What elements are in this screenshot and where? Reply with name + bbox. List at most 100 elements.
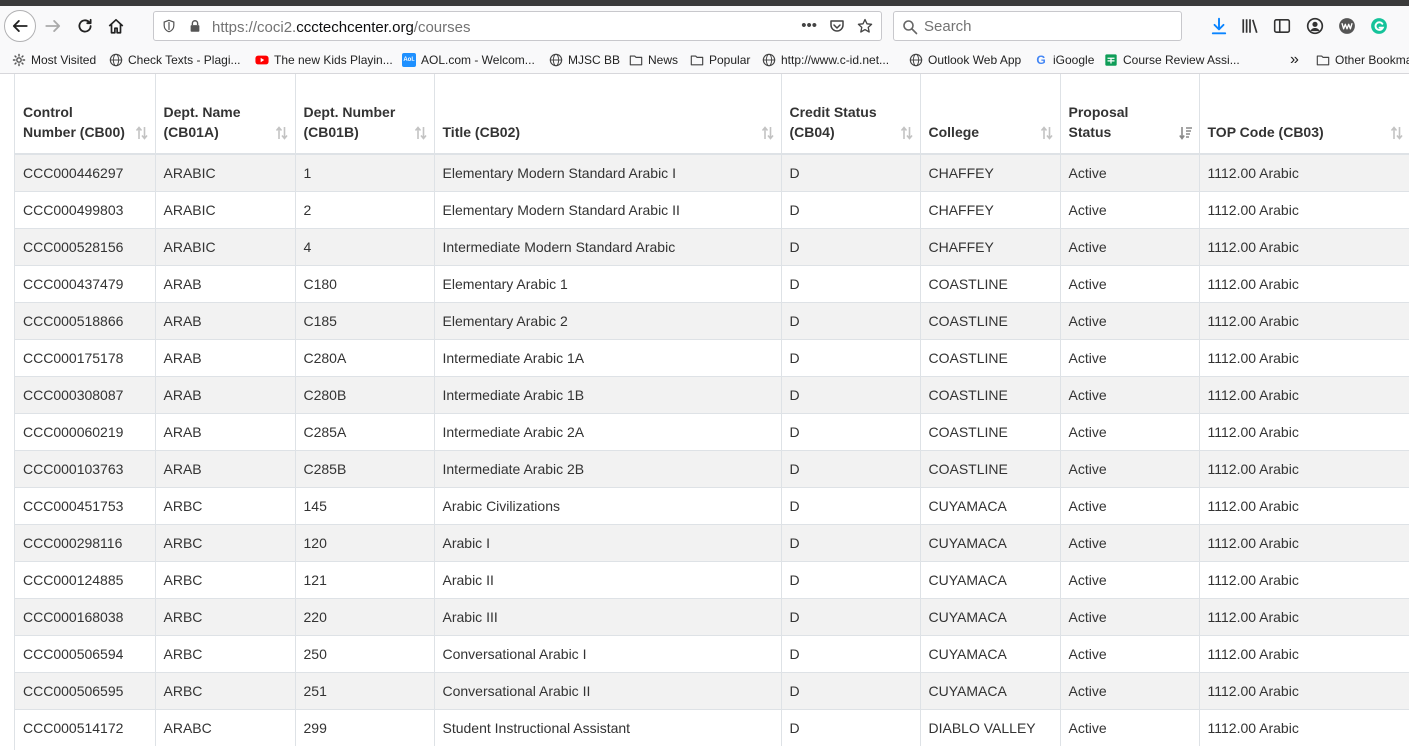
bookmark-news[interactable]: News (629, 51, 678, 69)
sort-icon[interactable] (135, 125, 148, 141)
bookmarks-overflow-button[interactable]: » (1290, 51, 1299, 69)
cell-top-code: 1112.00 Arabic (1199, 449, 1409, 487)
table-row[interactable]: CCC000175178 ARAB C280A Intermediate Arabic… (15, 338, 1409, 376)
youtube-icon (255, 55, 269, 65)
bookmark-aol[interactable]: Aol. AOL.com - Welcom... (402, 51, 535, 69)
pocket-icon[interactable] (829, 18, 845, 34)
cell-title: Intermediate Arabic 2A (434, 412, 782, 450)
cell-college: CHAFFEY (920, 227, 1061, 265)
search-bar[interactable] (893, 11, 1182, 41)
downloads-button[interactable] (1208, 15, 1230, 37)
table-row[interactable]: CCC000308087 ARAB C280B Intermediate Arabic… (15, 375, 1409, 413)
column-header-credit-status[interactable]: Credit Status (CB04) (781, 74, 921, 155)
page-actions-menu[interactable]: ••• (801, 18, 817, 34)
cell-proposal-status: Active (1060, 227, 1200, 265)
bookmark-outlook[interactable]: Outlook Web App (909, 51, 1021, 69)
sort-icon[interactable] (1040, 125, 1053, 141)
search-input[interactable] (924, 16, 1174, 36)
table-row[interactable]: CCC000451753 ARBC 145 Arabic Civilizations D… (15, 486, 1409, 524)
cell-dept-name: ARAB (155, 301, 296, 339)
url-text[interactable]: https://coci2.ccctechcenter.org/courses (212, 19, 470, 36)
table-row[interactable]: CCC000506594 ARBC 250 Conversational Arabic… (15, 634, 1409, 672)
column-header-college[interactable]: College (920, 74, 1061, 155)
cell-top-code: 1112.00 Arabic (1199, 708, 1409, 746)
cell-dept-name: ARABC (155, 708, 296, 746)
column-header-top-code[interactable]: TOP Code (CB03) (1199, 74, 1409, 155)
cell-dept-name: ARAB (155, 449, 296, 487)
cell-title: Arabic II (434, 560, 782, 598)
cell-control-number: CCC000175178 (15, 338, 156, 376)
extension-w-button[interactable] (1336, 15, 1358, 37)
table-row[interactable]: CCC000446297 ARABIC 1 Elementary Modern Sta… (15, 153, 1409, 191)
cell-college: DIABLO VALLEY (920, 708, 1061, 746)
account-button[interactable] (1304, 15, 1326, 37)
sort-icon[interactable] (275, 125, 288, 141)
table-row[interactable]: CCC000060219 ARAB C285A Intermediate Arabic… (15, 412, 1409, 450)
table-row[interactable]: CCC000528156 ARABIC 4 Intermediate Modern S… (15, 227, 1409, 265)
cell-credit-status: D (781, 449, 921, 487)
cell-credit-status: D (781, 375, 921, 413)
column-header-dept-name[interactable]: Dept. Name (CB01A) (155, 74, 296, 155)
home-button[interactable] (101, 11, 131, 41)
table-row[interactable]: CCC000499803 ARABIC 2 Elementary Modern Sta… (15, 190, 1409, 228)
sort-icon[interactable] (900, 125, 913, 141)
cell-credit-status: D (781, 597, 921, 635)
column-header-dept-number[interactable]: Dept. Number (CB01B) (295, 74, 435, 155)
cell-title: Intermediate Arabic 1A (434, 338, 782, 376)
url-bar[interactable]: https://coci2.ccctechcenter.org/courses … (153, 11, 882, 41)
bookmark-mjsc-bb[interactable]: MJSC BB (549, 51, 620, 69)
column-header-label: TOP Code (CB03) (1207, 124, 1324, 140)
courses-table-container: Control Number (CB00) Dept. Name (CB01A) D… (14, 74, 1409, 750)
table-row[interactable]: CCC000514172 ARABC 299 Student Instructiona… (15, 708, 1409, 746)
bookmark-c-id[interactable]: http://www.c-id.net... (762, 51, 889, 69)
folder-icon (629, 55, 643, 66)
cell-proposal-status: Active (1060, 486, 1200, 524)
cell-proposal-status: Active (1060, 153, 1200, 191)
bookmark-check-texts[interactable]: Check Texts - Plagi... (109, 51, 241, 69)
library-button[interactable] (1239, 15, 1261, 37)
table-row[interactable]: CCC000298116 ARBC 120 Arabic I D CUYAMACA Acti… (15, 523, 1409, 561)
sidebar-button[interactable] (1271, 15, 1293, 37)
column-header-label: College (928, 124, 980, 140)
shield-icon[interactable] (162, 19, 176, 33)
bookmark-kids-playing[interactable]: The new Kids Playin... (255, 51, 393, 69)
cell-control-number: CCC000060219 (15, 412, 156, 450)
table-row[interactable]: CCC000168038 ARBC 220 Arabic III D CUYAMACA Ac… (15, 597, 1409, 635)
column-header-title[interactable]: Title (CB02) (434, 74, 782, 155)
table-row[interactable]: CCC000124885 ARBC 121 Arabic II D CUYAMACA Act… (15, 560, 1409, 598)
bookmark-star-icon[interactable] (857, 18, 873, 34)
bookmark-popular[interactable]: Popular (690, 51, 750, 69)
account-icon (1306, 17, 1324, 35)
bookmark-igoogle[interactable]: G iGoogle (1034, 51, 1094, 69)
table-row[interactable]: CCC000437479 ARAB C180 Elementary Arabic 1D… (15, 264, 1409, 302)
sort-descending-icon[interactable] (1178, 125, 1192, 141)
table-row[interactable]: CCC000506595 ARBC 251 Conversational Arabic… (15, 671, 1409, 709)
bookmark-most-visited[interactable]: Most Visited (12, 51, 96, 69)
cell-credit-status: D (781, 412, 921, 450)
sort-icon[interactable] (1390, 125, 1403, 141)
courses-table: Control Number (CB00) Dept. Name (CB01A) D… (15, 74, 1409, 746)
cell-control-number: CCC000518866 (15, 301, 156, 339)
cell-title: Arabic III (434, 597, 782, 635)
table-row[interactable]: CCC000103763 ARAB C285B Intermediate Arabic… (15, 449, 1409, 487)
cell-top-code: 1112.00 Arabic (1199, 412, 1409, 450)
cell-dept-number: C185 (295, 301, 435, 339)
cell-dept-name: ARBC (155, 523, 296, 561)
cell-credit-status: D (781, 560, 921, 598)
lock-icon[interactable] (188, 19, 202, 33)
google-icon: G (1036, 53, 1046, 67)
back-button[interactable] (4, 10, 36, 42)
column-header-proposal-status[interactable]: Proposal Status (1060, 74, 1200, 155)
column-header-control-number[interactable]: Control Number (CB00) (15, 74, 156, 155)
forward-button[interactable] (38, 11, 68, 41)
sort-icon[interactable] (761, 125, 774, 141)
bookmark-other-bookmarks[interactable]: Other Bookma (1316, 51, 1409, 69)
bookmark-label: Course Review Assi... (1123, 53, 1240, 67)
reload-button[interactable] (70, 11, 100, 41)
bookmark-course-review[interactable]: Course Review Assi... (1104, 51, 1240, 69)
cell-college: CUYAMACA (920, 671, 1061, 709)
grammarly-button[interactable] (1368, 15, 1390, 37)
table-row[interactable]: CCC000518866 ARAB C185 Elementary Arabic 2D… (15, 301, 1409, 339)
url-prefix: https://coci2. (212, 19, 297, 36)
sort-icon[interactable] (414, 125, 427, 141)
